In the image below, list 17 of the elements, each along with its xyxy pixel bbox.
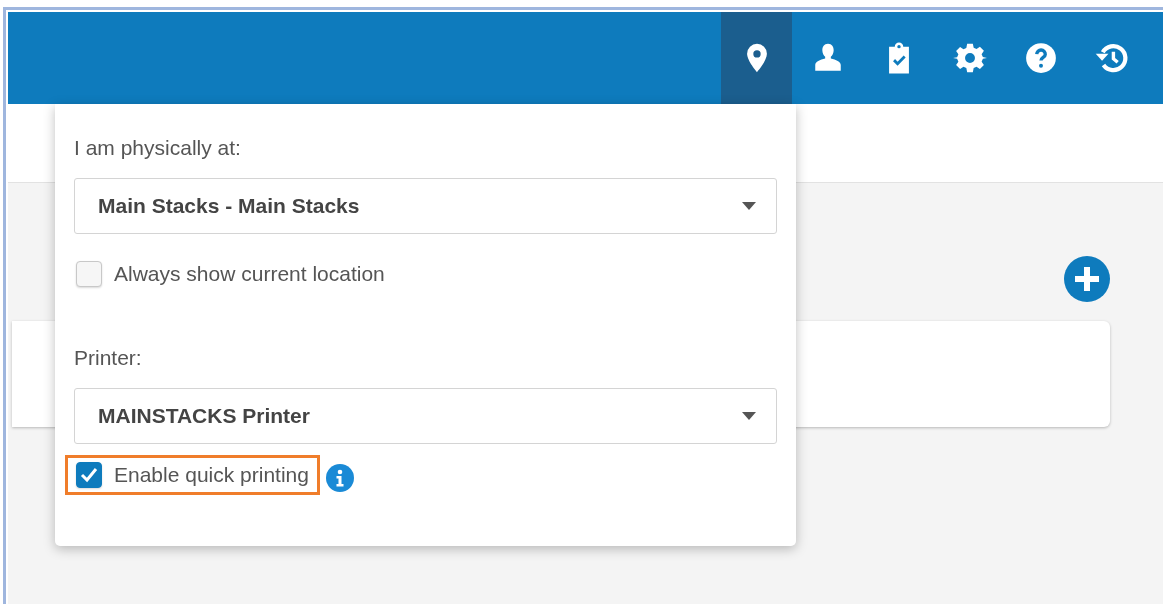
info-icon[interactable] bbox=[325, 464, 354, 492]
checkbox-label[interactable]: Always show current location bbox=[114, 262, 385, 286]
checkbox[interactable] bbox=[76, 261, 102, 287]
settings-icon bbox=[952, 41, 987, 75]
location-label: I am physically at: bbox=[74, 136, 241, 160]
history-icon bbox=[1094, 41, 1129, 75]
location-select[interactable]: Main Stacks - Main Stacks bbox=[74, 178, 777, 234]
checkbox-label[interactable]: Enable quick printing bbox=[114, 463, 309, 487]
printer-label: Printer: bbox=[74, 346, 142, 370]
location-button[interactable] bbox=[721, 12, 792, 104]
add-icon[interactable] bbox=[1064, 256, 1110, 302]
printer-select[interactable]: MAINSTACKS Printer bbox=[74, 388, 777, 444]
help-icon bbox=[1023, 41, 1058, 75]
caret-icon bbox=[742, 412, 756, 420]
caret-icon bbox=[742, 202, 756, 210]
checkmark-icon bbox=[80, 467, 98, 483]
checkbox[interactable] bbox=[76, 462, 102, 488]
